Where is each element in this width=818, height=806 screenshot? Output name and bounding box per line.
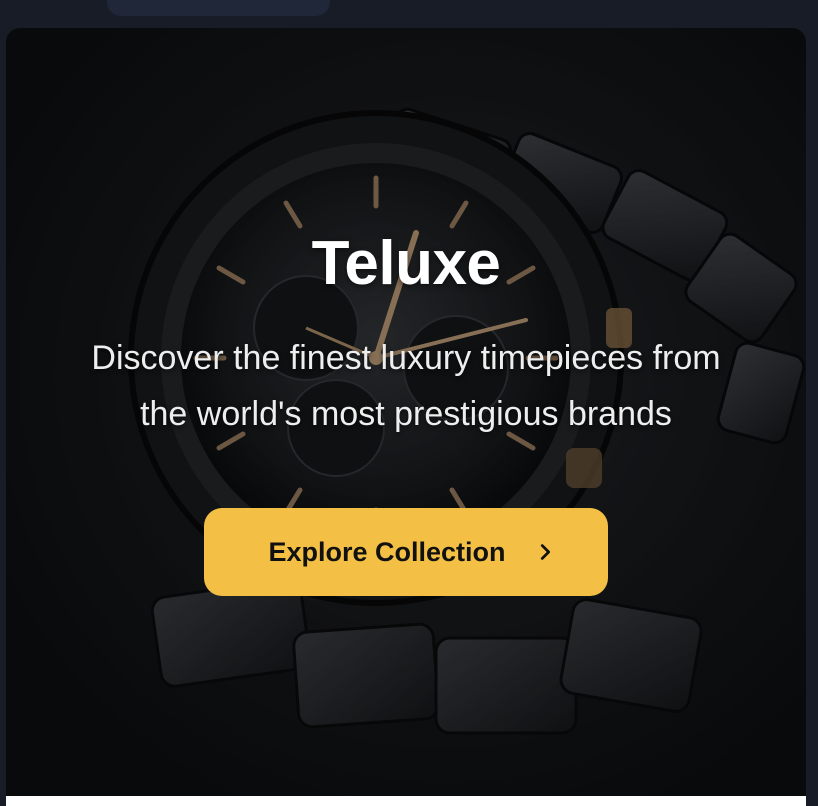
hero-tagline: Discover the finest luxury timepieces fr… — [91, 339, 721, 433]
page: Teluxe Discover the finest luxury timepi… — [0, 0, 818, 806]
explore-collection-button[interactable]: Explore Collection — [204, 508, 608, 596]
next-section-edge — [6, 796, 806, 806]
brand-title: Teluxe — [311, 229, 501, 298]
top-nav-pill — [107, 0, 330, 16]
hero-section: Teluxe Discover the finest luxury timepi… — [6, 28, 806, 796]
chevron-right-icon — [534, 541, 556, 563]
explore-collection-label: Explore Collection — [268, 536, 506, 567]
hero-content: Teluxe Discover the finest luxury timepi… — [6, 28, 806, 796]
